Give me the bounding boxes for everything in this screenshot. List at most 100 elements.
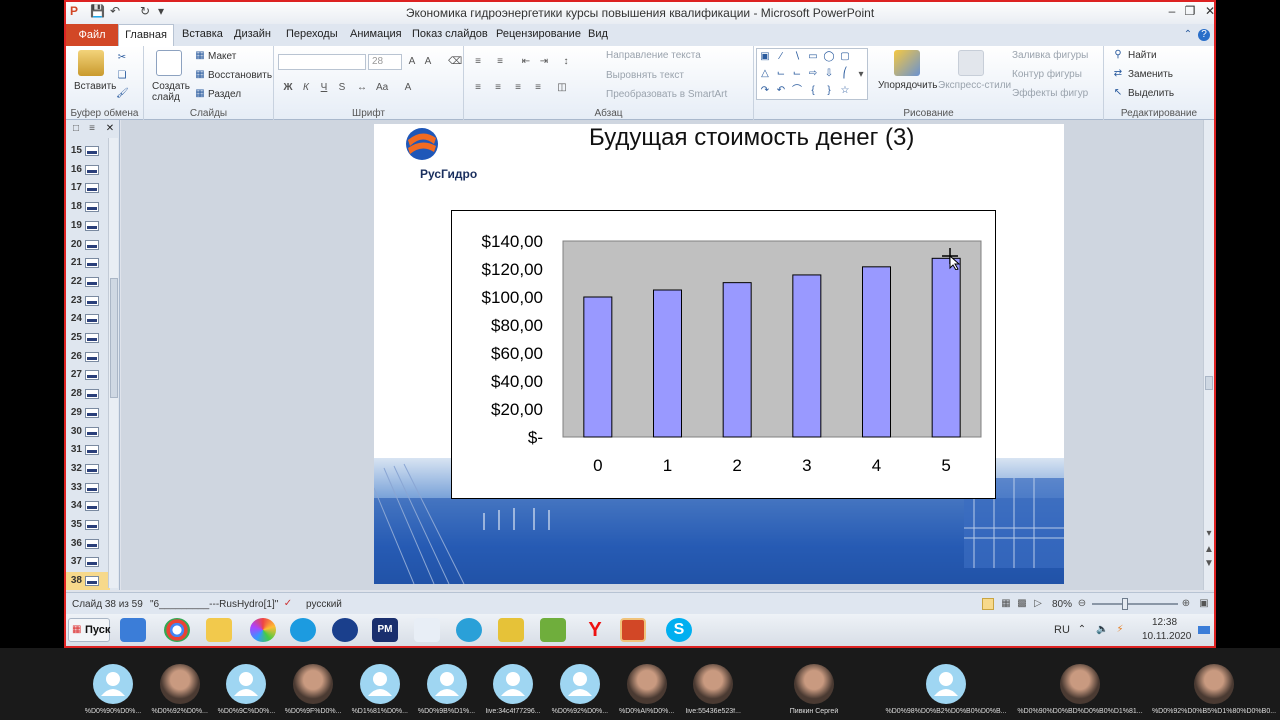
scroll-down-icon[interactable]: ▾ xyxy=(1203,528,1215,540)
new-slide-icon[interactable] xyxy=(156,50,182,76)
star-shape-icon[interactable]: ☆ xyxy=(839,85,851,97)
text-direction-button[interactable]: Направление текста xyxy=(606,50,701,61)
fit-slide-icon[interactable]: ▣ xyxy=(1198,598,1210,610)
canvas-scrollbar[interactable]: ▾ ▲ ▼ xyxy=(1203,120,1214,590)
app-icon-4[interactable] xyxy=(456,618,482,642)
slide-thumbnail[interactable]: 35 xyxy=(66,516,110,534)
close-button[interactable]: ✕ xyxy=(1200,4,1220,20)
media-player-icon[interactable] xyxy=(120,618,146,642)
collapse-ribbon-icon[interactable]: ⌃ xyxy=(1182,29,1194,41)
slide-thumbnail[interactable]: 28 xyxy=(66,385,110,403)
cut-icon[interactable]: ✂ xyxy=(116,52,128,64)
prev-slide-icon[interactable]: ▲ xyxy=(1203,544,1215,556)
clock-date[interactable]: 10.11.2020 xyxy=(1142,631,1191,642)
freeform-icon[interactable]: ↷ xyxy=(759,85,771,97)
align-text-button[interactable]: Выровнять текст xyxy=(606,70,684,81)
panel-scrollbar[interactable] xyxy=(108,138,118,588)
align-right-icon[interactable]: ≡ xyxy=(512,82,524,94)
shape-fill-button[interactable]: Заливка фигуры xyxy=(1012,50,1088,61)
app-icon-5[interactable] xyxy=(498,618,524,642)
oval-shape-icon[interactable]: ◯ xyxy=(823,51,835,63)
slide-thumbnail[interactable]: 29 xyxy=(66,404,110,422)
strikethrough-icon[interactable]: S xyxy=(336,82,348,94)
canvas-scroll-thumb[interactable] xyxy=(1205,376,1213,390)
theme-name[interactable]: "6_________---RusHydro[1]" xyxy=(150,599,278,610)
replace-button[interactable]: Заменить xyxy=(1128,69,1173,80)
align-left-icon[interactable]: ≡ xyxy=(472,82,484,94)
bullets-icon[interactable]: ≡ xyxy=(472,56,484,68)
slide-thumbnail[interactable]: 26 xyxy=(66,348,110,366)
participant-tile[interactable]: %D0%9C%D0%... xyxy=(213,648,279,720)
restore-button[interactable]: ❐ xyxy=(1180,4,1200,20)
photos-icon[interactable] xyxy=(250,618,276,642)
format-painter-icon[interactable]: 🖌 xyxy=(116,88,129,100)
participant-tile[interactable]: live:34c4f77296... xyxy=(480,648,546,720)
participant-tile[interactable]: live:55436e523f... xyxy=(680,648,746,720)
tray-expand-icon[interactable]: ⌃ xyxy=(1076,624,1088,636)
slide-thumbnail[interactable]: 17 xyxy=(66,179,110,197)
chart-container[interactable]: $140,00 $120,00 $100,00 $80,00 $60,00 $40,00 $… xyxy=(451,210,996,499)
slide-title[interactable]: Будущая стоимость денег (3) xyxy=(589,124,914,152)
bold-icon[interactable]: Ж xyxy=(282,82,294,94)
tab-view[interactable]: Вид xyxy=(588,28,608,40)
grow-font-icon[interactable]: A xyxy=(406,56,418,68)
connector-icon[interactable]: ⌙ xyxy=(775,68,787,80)
elbow-connector-icon[interactable]: ⌙ xyxy=(791,68,803,80)
app-icon-1[interactable] xyxy=(290,618,316,642)
arrange-button[interactable]: Упорядочить xyxy=(878,80,938,91)
convert-smartart-button[interactable]: Преобразовать в SmartArt xyxy=(606,89,727,100)
slide-thumbnail[interactable]: 22 xyxy=(66,273,110,291)
underline-icon[interactable]: Ч xyxy=(318,82,330,94)
select-button[interactable]: Выделить xyxy=(1128,88,1174,99)
align-center-icon[interactable]: ≡ xyxy=(492,82,504,94)
italic-icon[interactable]: К xyxy=(300,82,312,94)
tab-transitions[interactable]: Переходы xyxy=(286,28,338,40)
slide-thumbnail[interactable]: 20 xyxy=(66,236,110,254)
arc-icon[interactable]: ⌒ xyxy=(791,85,803,97)
layout-button[interactable]: Макет xyxy=(208,51,236,62)
arrange-icon[interactable] xyxy=(894,50,920,76)
slide-thumbnail[interactable]: 36 xyxy=(66,535,110,553)
input-language[interactable]: RU xyxy=(1054,624,1070,636)
find-button[interactable]: Найти xyxy=(1128,50,1157,61)
shapes-gallery[interactable]: ▣ ∕ ∖ ▭ ◯ ▢ △ ⌙ ⌙ ⇨ ⇩ ⎛ ↷ ↶ ⌒ { } ☆ ▾ xyxy=(756,48,868,100)
yandex-browser-icon[interactable]: Y xyxy=(582,618,608,642)
quick-styles-icon[interactable] xyxy=(958,50,984,76)
slide-thumbnail[interactable]: 24 xyxy=(66,310,110,328)
app-icon-6[interactable] xyxy=(540,618,566,642)
tab-insert[interactable]: Вставка xyxy=(182,28,223,40)
font-family-select[interactable] xyxy=(278,54,366,70)
next-slide-icon[interactable]: ▼ xyxy=(1203,558,1215,570)
line-spacing-icon[interactable]: ↕ xyxy=(560,56,572,68)
participant-tile[interactable]: %D0%92%D0%... xyxy=(147,648,213,720)
slide-thumbnail[interactable]: 25 xyxy=(66,329,110,347)
triangle-shape-icon[interactable]: △ xyxy=(759,68,771,80)
numbering-icon[interactable]: ≡ xyxy=(494,56,506,68)
right-arrow-icon[interactable]: ⇨ xyxy=(807,68,819,80)
columns-icon[interactable]: ◫ xyxy=(556,82,568,94)
justify-icon[interactable]: ≡ xyxy=(532,82,544,94)
line-shape-icon[interactable]: ∕ xyxy=(775,51,787,63)
slideshow-view-icon[interactable]: ▷ xyxy=(1032,598,1044,610)
show-desktop-icon[interactable] xyxy=(1198,626,1210,634)
tab-animation[interactable]: Анимация xyxy=(350,28,402,40)
copy-icon[interactable]: ❏ xyxy=(116,70,128,82)
line-shape-icon-2[interactable]: ∖ xyxy=(791,51,803,63)
char-spacing-icon[interactable]: ↔ xyxy=(356,82,368,94)
paste-icon[interactable] xyxy=(78,50,104,76)
slide-thumbnail[interactable]: 16 xyxy=(66,161,110,179)
participant-tile[interactable]: %D0%AI%D0%... xyxy=(614,648,680,720)
shape-outline-button[interactable]: Контур фигуры xyxy=(1012,69,1082,80)
increase-indent-icon[interactable]: ⇥ xyxy=(538,56,550,68)
clock-time[interactable]: 12:38 xyxy=(1152,617,1177,628)
spellcheck-icon[interactable]: ✓ xyxy=(282,598,294,610)
section-button[interactable]: Раздел xyxy=(208,89,241,100)
tab-review[interactable]: Рецензирование xyxy=(496,28,581,40)
chrome-icon[interactable] xyxy=(164,618,190,642)
clear-format-icon[interactable]: ⌫ xyxy=(448,56,462,68)
slide-thumbnail[interactable]: 23 xyxy=(66,292,110,310)
participant-tile[interactable]: %D0%98%D0%B2%D0%B0%D0%B... xyxy=(880,648,1012,720)
rect-shape-icon[interactable]: ▭ xyxy=(807,51,819,63)
slide-thumbnail[interactable]: 32 xyxy=(66,460,110,478)
quick-styles-button[interactable]: Экспресс-стили xyxy=(938,80,1011,91)
